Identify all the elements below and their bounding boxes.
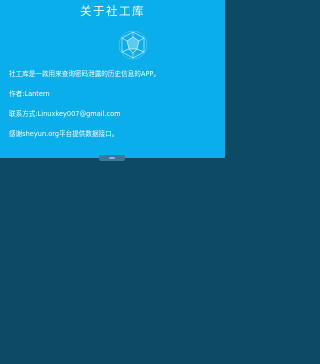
app-description: 社工库是一款用来查询密码泄露的历史信息的APP。: [9, 70, 160, 78]
grip-icon: [109, 157, 115, 159]
app-bar: 关于社工库: [0, 0, 225, 24]
contact-text[interactable]: 联系方式:Linuxkey007@gmail.com: [9, 110, 221, 119]
thanks-text: 感谢sheyun.org平台提供数据接口。: [9, 130, 119, 138]
drag-handle[interactable]: [99, 155, 125, 161]
app-info: 社工库是一款用来查询密码泄露的历史信息的APP。 作者:Lantern 联系方式…: [9, 70, 221, 150]
about-panel: 关于社工库 社工库是一款用来查询密码泄露的历史信息的APP。 作者:Lanter…: [0, 0, 225, 158]
page-title: 关于社工库: [80, 4, 145, 18]
author-text: 作者:Lantern: [9, 90, 50, 98]
polyhedron-logo-icon: [118, 30, 148, 60]
